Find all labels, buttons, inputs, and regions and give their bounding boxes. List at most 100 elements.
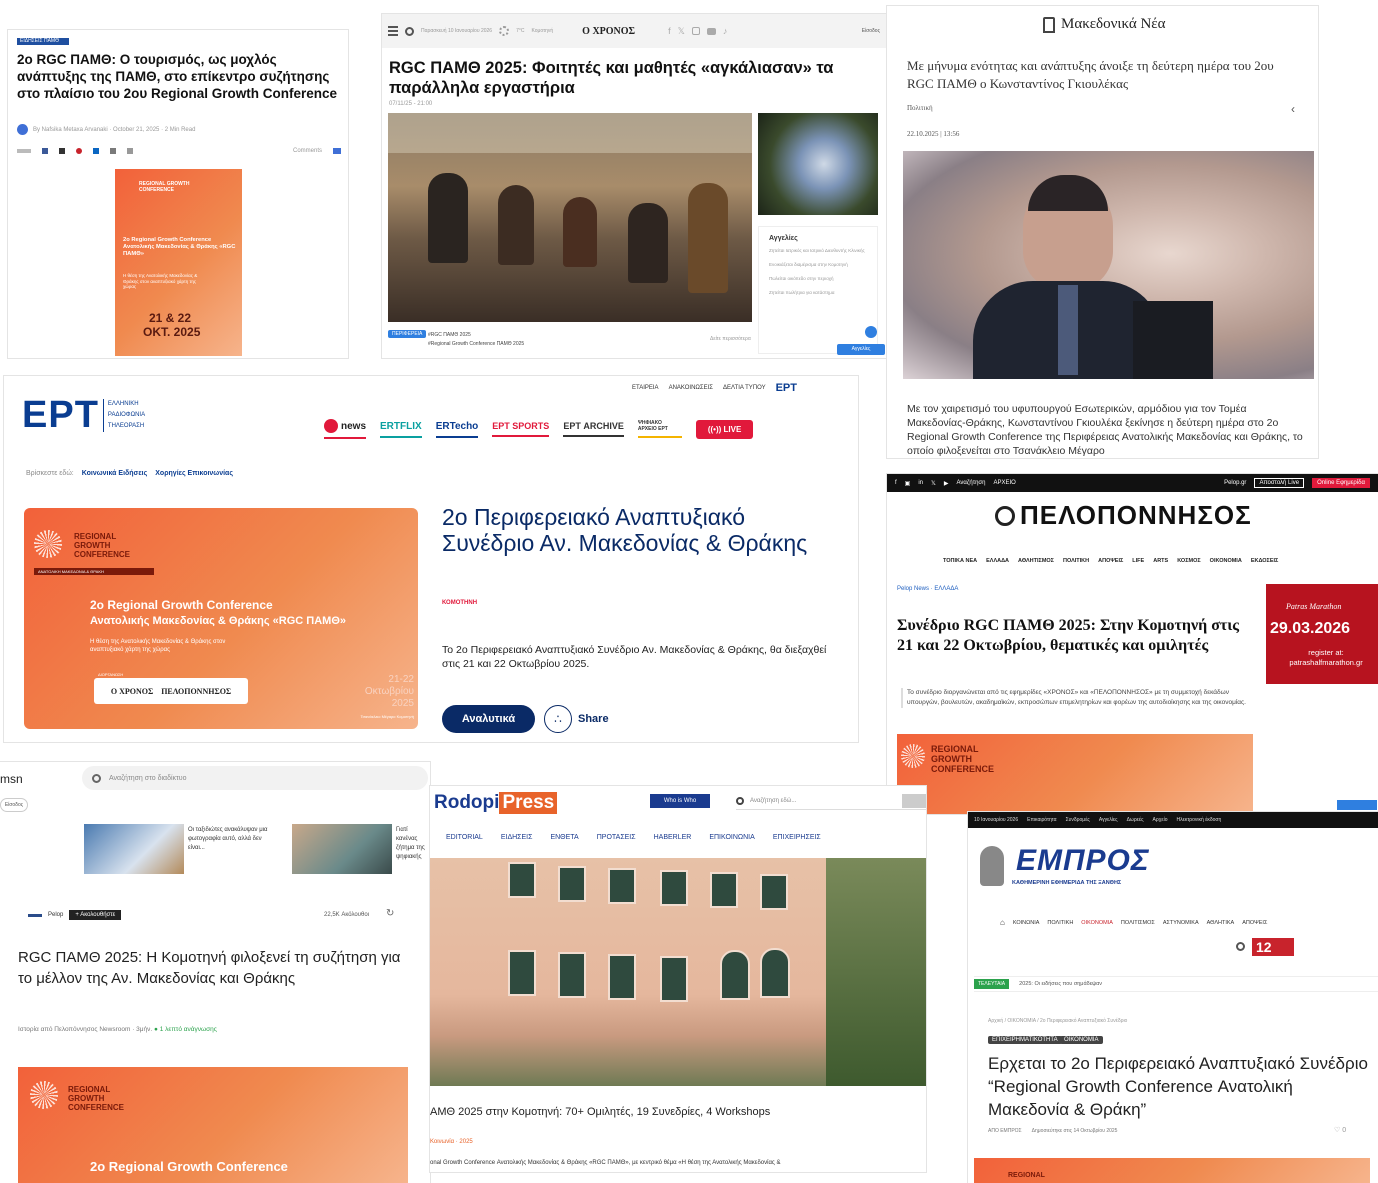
tag-line[interactable]: #Regional Growth Conference ΠΑΜΘ 2025: [428, 341, 524, 347]
home-icon[interactable]: ⌂: [1000, 918, 1005, 927]
details-button[interactable]: Αναλυτικά: [442, 705, 535, 733]
nav-item[interactable]: ΠΟΛΙΤΙΚΗ: [1047, 920, 1073, 927]
top-link[interactable]: Αγγελίες: [1099, 817, 1118, 823]
who-button[interactable]: Who is Who: [650, 794, 710, 808]
comments-icon[interactable]: ♡ 0: [1334, 1126, 1346, 1134]
announcements-link[interactable]: ΑΝΑΚΟΙΝΩΣΕΙΣ: [669, 385, 713, 394]
youtube-icon[interactable]: [706, 27, 716, 35]
x-icon[interactable]: [59, 148, 65, 154]
search-button[interactable]: [902, 793, 926, 808]
breadcrumb-item[interactable]: Χορηγίες Επικοινωνίας: [155, 470, 233, 477]
article-headline[interactable]: 2ο Περιφερειακό Αναπτυξιακό Συνέδριο Αν.…: [442, 504, 822, 556]
nav-ertflix[interactable]: ERTFLIX: [380, 421, 422, 438]
nav-item[interactable]: ΕΝΘΕΤΑ: [550, 834, 578, 841]
home-pill[interactable]: Είσοδος: [0, 798, 28, 812]
info-icon[interactable]: [865, 326, 877, 338]
share-button[interactable]: ∴ Share: [544, 705, 609, 733]
msn-logo[interactable]: msn: [0, 772, 23, 786]
nav-item[interactable]: ΑΠΟΨΕΙΣ: [1098, 558, 1123, 564]
archive-link[interactable]: ΑΡΧΕΙΟ: [993, 480, 1015, 486]
search-link[interactable]: Αναζήτηση: [956, 480, 985, 486]
search-icon[interactable]: [405, 26, 414, 36]
nav-item[interactable]: HABERLER: [654, 834, 692, 841]
site-logo[interactable]: Rodopi Press: [434, 792, 558, 814]
breadcrumb[interactable]: Pelop News · ΕΛΛΑΔΑ: [897, 586, 958, 592]
youtube-icon[interactable]: ▶: [944, 480, 949, 487]
company-link[interactable]: ΕΤΑΙΡΕΙΑ: [632, 385, 659, 394]
location-tag[interactable]: ΚΟΜΟΤΗΝΗ: [442, 600, 477, 606]
tiktok-icon[interactable]: ♪: [723, 26, 728, 36]
article-title[interactable]: 2ο RGC ΠΑΜΘ: Ο τουρισμός, ως μοχλός ανάπ…: [17, 52, 342, 102]
more-link[interactable]: Δείτε περισσότερα: [710, 336, 751, 342]
classifieds-badge[interactable]: Αγγελίες: [837, 344, 885, 355]
site-logo[interactable]: Ο ΧΡΟΝΟΣ: [582, 26, 635, 37]
nav-ertarchive[interactable]: ΕΡΤ ARCHIVE: [563, 421, 624, 437]
nav-item[interactable]: ΚΟΙΝΩΝΙΑ: [1013, 920, 1040, 927]
pelop-link[interactable]: Pelop.gr: [1224, 480, 1246, 486]
breadcrumb-item[interactable]: Κοινωνικά Ειδήσεις: [82, 470, 148, 477]
nav-item[interactable]: ΕΠΙΧΕΙΡΗΣΕΙΣ: [773, 834, 821, 841]
facebook-icon[interactable]: f: [895, 480, 897, 486]
site-logo[interactable]: Μακεδονικά Νέα: [1061, 16, 1165, 33]
email-icon[interactable]: [110, 148, 116, 154]
top-link[interactable]: Αρχείο: [1153, 817, 1168, 823]
nav-item[interactable]: ΠΟΛΙΤΙΣΜΟΣ: [1121, 920, 1155, 927]
epaper-link[interactable]: Online Εφημερίδα: [1312, 478, 1370, 488]
category-tag[interactable]: ΕΙΔΗΣΕΙΣ ΠΑΜΘ: [17, 38, 69, 45]
classified-item[interactable]: Ζητείται πωλήτρια για κατάστημα: [769, 290, 867, 296]
instagram-icon[interactable]: ▣: [905, 480, 911, 487]
nav-item[interactable]: ΟΙΚΟΝΟΜΙΑ: [1081, 920, 1113, 927]
classified-item[interactable]: Ζητείται Ιατρικός και Ιατρικό Διευθυντής…: [769, 248, 867, 254]
nav-item[interactable]: ΟΙΚΟΝΟΜΙΑ: [1210, 558, 1242, 564]
nav-item[interactable]: ΑΘΛΗΤΙΚΑ: [1207, 920, 1235, 927]
story-caption[interactable]: Γιατί κανένας ζήτημα της ψηφιακής: [396, 826, 430, 862]
live-button[interactable]: ((•)) LIVE: [695, 419, 754, 439]
ert-logo[interactable]: ΕΡΤ ΕΛΛΗΝΙΚΗ ΡΑΔΙΟΦΩΝΙΑ ΤΗΛΕΟΡΑΣΗ: [22, 394, 155, 437]
facebook-icon[interactable]: f: [668, 26, 671, 36]
nav-item[interactable]: ΠΡΟΤΑΣΕΙΣ: [597, 834, 636, 841]
category-chip[interactable]: ΟΙΚΟΝΟΜΙΑ: [1060, 1036, 1103, 1044]
instagram-icon[interactable]: [691, 27, 700, 35]
classified-item[interactable]: Ενοικιάζεται διαμέρισμα στην Κομοτηνή: [769, 262, 867, 268]
search-box[interactable]: Αναζήτηση εδώ...: [736, 792, 926, 810]
ert-small-logo[interactable]: ΕΡΤ: [776, 382, 797, 394]
story-thumb[interactable]: [292, 824, 392, 874]
nav-item[interactable]: ARTS: [1153, 558, 1168, 564]
nav-item[interactable]: LIFE: [1132, 558, 1144, 564]
follow-button[interactable]: + Ακολουθήστε: [69, 910, 122, 920]
comment-icon[interactable]: [333, 148, 341, 154]
top-link[interactable]: Ηλεκτρονική έκδοση: [1176, 817, 1221, 823]
nav-news[interactable]: news: [324, 419, 367, 439]
live-link[interactable]: Αποστολή Live: [1254, 478, 1305, 488]
search-icon[interactable]: [1236, 942, 1245, 951]
menu-icon[interactable]: [388, 26, 398, 36]
marathon-ad[interactable]: Patras Marathon 29.03.2026 register at: …: [1266, 584, 1378, 684]
tag-line[interactable]: #RGC ΠΑΜΘ 2025: [428, 332, 471, 338]
facebook-icon[interactable]: [42, 148, 48, 154]
classified-item[interactable]: Πωλείται οικόπεδο στην περιοχή: [769, 276, 867, 282]
top-link[interactable]: Επικαιρότητα: [1027, 817, 1056, 823]
nav-item[interactable]: ΕΠΙΚΟΙΝΩΝΙΑ: [709, 834, 754, 841]
refresh-icon[interactable]: ↻: [386, 908, 394, 919]
category-chip[interactable]: ΠΕΡΙΦΕΡΕΙΑ: [388, 330, 427, 338]
site-logo[interactable]: ΕΜΠΡΟΣ: [1016, 844, 1150, 878]
twitter-icon[interactable]: 𝕏: [931, 480, 936, 487]
share-icon[interactable]: ‹: [1291, 102, 1295, 116]
linkedin-icon[interactable]: in: [918, 480, 923, 486]
top-link[interactable]: Δωρεές: [1127, 817, 1144, 823]
login-link[interactable]: Είσοδος: [862, 28, 880, 34]
share-icon[interactable]: [17, 149, 31, 153]
press-link[interactable]: ΔΕΛΤΙΑ ΤΥΠΟΥ: [723, 385, 766, 394]
top-link[interactable]: Συνδρομές: [1066, 817, 1090, 823]
twitter-icon[interactable]: 𝕏: [678, 26, 685, 37]
nav-item[interactable]: ΕΙΔΗΣΕΙΣ: [501, 834, 533, 841]
nav-item[interactable]: ΚΟΣΜΟΣ: [1177, 558, 1200, 564]
category-chip[interactable]: ΕΠΙΧΕΙΡΗΜΑΤΙΚΟΤΗΤΑ: [988, 1036, 1062, 1044]
nav-item[interactable]: ΑΘΛΗΤΙΣΜΟΣ: [1018, 558, 1054, 564]
ad-badge-icon[interactable]: [1337, 800, 1377, 810]
source-name[interactable]: Pelop: [48, 912, 63, 918]
print-icon[interactable]: [127, 148, 133, 154]
site-logo[interactable]: ΠΕΛΟΠΟΝΝΗΣΟΣ: [995, 500, 1252, 531]
nav-item[interactable]: ΕΚΔΟΣΕΙΣ: [1251, 558, 1279, 564]
article-title[interactable]: Ερχεται το 2ο Περιφερειακό Αναπτυξιακό Σ…: [988, 1052, 1368, 1121]
